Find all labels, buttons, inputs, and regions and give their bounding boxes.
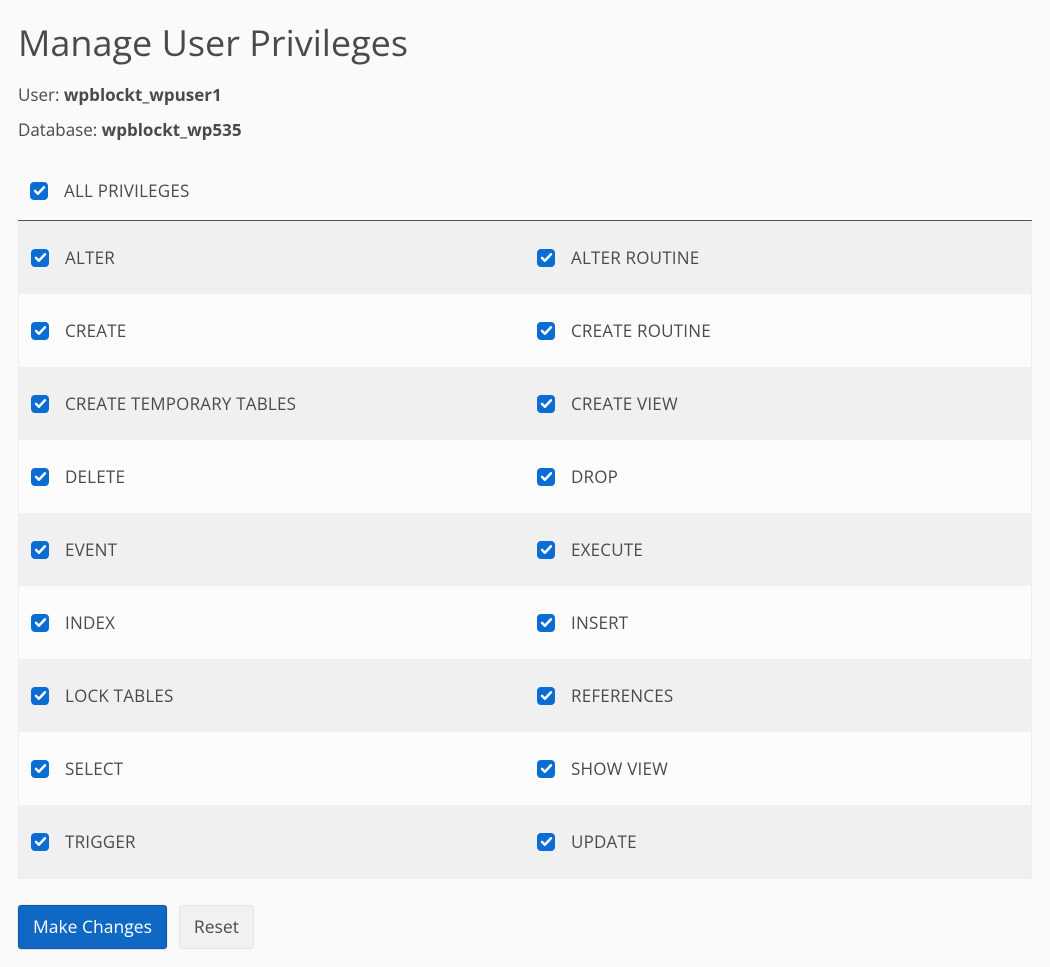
privilege-row: EVENT EXECUTE <box>19 513 1031 586</box>
privilege-label[interactable]: ALTER ROUTINE <box>571 246 699 269</box>
check-icon <box>540 470 553 483</box>
actions-bar: Make Changes Reset <box>18 905 1032 949</box>
privileges-table: ALL PRIVILEGES ALTERALTER ROUTINECREATEC… <box>18 169 1032 879</box>
privilege-checkbox[interactable] <box>537 833 555 851</box>
privilege-cell: ALTER ROUTINE <box>525 221 1031 294</box>
check-icon <box>34 835 47 848</box>
privilege-row: ALTER ALTER ROUTINE <box>19 221 1031 294</box>
privilege-checkbox[interactable] <box>31 322 49 340</box>
all-privileges-row: ALL PRIVILEGES <box>18 169 1032 221</box>
user-value: wpblockt_wpuser1 <box>64 83 222 106</box>
check-icon <box>540 762 553 775</box>
privilege-cell: REFERENCES <box>525 659 1031 732</box>
privilege-checkbox[interactable] <box>537 614 555 632</box>
privilege-checkbox[interactable] <box>31 833 49 851</box>
privilege-label[interactable]: SELECT <box>65 757 123 780</box>
check-icon <box>540 835 553 848</box>
privilege-label[interactable]: LOCK TABLES <box>65 684 174 707</box>
privilege-cell: INSERT <box>525 586 1031 659</box>
privilege-cell: EXECUTE <box>525 513 1031 586</box>
user-line: User: wpblockt_wpuser1 <box>18 83 1032 106</box>
privilege-cell: CREATE TEMPORARY TABLES <box>19 367 525 440</box>
privilege-label[interactable]: INSERT <box>571 611 628 634</box>
check-icon <box>34 543 47 556</box>
privilege-row: DELETE DROP <box>19 440 1031 513</box>
privilege-cell: CREATE ROUTINE <box>525 294 1031 367</box>
privilege-checkbox[interactable] <box>537 322 555 340</box>
privilege-cell: ALTER <box>19 221 525 294</box>
privilege-cell: DELETE <box>19 440 525 513</box>
database-value: wpblockt_wp535 <box>102 118 242 141</box>
check-icon <box>34 616 47 629</box>
check-icon <box>34 251 47 264</box>
privilege-checkbox[interactable] <box>31 541 49 559</box>
privilege-label[interactable]: REFERENCES <box>571 684 673 707</box>
check-icon <box>34 324 47 337</box>
privilege-label[interactable]: INDEX <box>65 611 115 634</box>
privilege-cell: CREATE <box>19 294 525 367</box>
privilege-checkbox[interactable] <box>31 687 49 705</box>
privilege-label[interactable]: CREATE VIEW <box>571 392 678 415</box>
privilege-checkbox[interactable] <box>537 468 555 486</box>
check-icon <box>540 543 553 556</box>
reset-button[interactable]: Reset <box>179 905 254 949</box>
check-icon <box>34 470 47 483</box>
privilege-cell: DROP <box>525 440 1031 513</box>
privilege-label[interactable]: CREATE TEMPORARY TABLES <box>65 392 296 415</box>
check-icon <box>540 397 553 410</box>
check-icon <box>34 397 47 410</box>
privilege-checkbox[interactable] <box>31 468 49 486</box>
privilege-checkbox[interactable] <box>537 687 555 705</box>
privilege-cell: UPDATE <box>525 805 1031 878</box>
privilege-row: INDEX INSERT <box>19 586 1031 659</box>
check-icon <box>540 616 553 629</box>
check-icon <box>540 689 553 702</box>
privilege-cell: CREATE VIEW <box>525 367 1031 440</box>
privilege-cell: SELECT <box>19 732 525 805</box>
user-label: User: <box>18 83 64 106</box>
privilege-cell: TRIGGER <box>19 805 525 878</box>
privilege-label[interactable]: TRIGGER <box>65 830 136 853</box>
privilege-row: TRIGGER UPDATE <box>19 805 1031 878</box>
privilege-checkbox[interactable] <box>537 541 555 559</box>
privilege-checkbox[interactable] <box>537 249 555 267</box>
privilege-row: LOCK TABLES REFERENCES <box>19 659 1031 732</box>
page-title: Manage User Privileges <box>18 18 1032 67</box>
privilege-checkbox[interactable] <box>537 760 555 778</box>
privilege-label[interactable]: EVENT <box>65 538 117 561</box>
check-icon <box>540 324 553 337</box>
privilege-checkbox[interactable] <box>31 249 49 267</box>
privilege-checkbox[interactable] <box>31 614 49 632</box>
privilege-row: SELECT SHOW VIEW <box>19 732 1031 805</box>
check-icon <box>33 184 46 197</box>
privilege-label[interactable]: SHOW VIEW <box>571 757 668 780</box>
privilege-label[interactable]: ALTER <box>65 246 115 269</box>
privilege-label[interactable]: DELETE <box>65 465 125 488</box>
privilege-checkbox[interactable] <box>31 395 49 413</box>
all-privileges-label[interactable]: ALL PRIVILEGES <box>64 179 190 202</box>
privilege-row: CREATE CREATE ROUTINE <box>19 294 1031 367</box>
privilege-cell: SHOW VIEW <box>525 732 1031 805</box>
privilege-checkbox[interactable] <box>31 760 49 778</box>
all-privileges-checkbox[interactable] <box>30 182 48 200</box>
database-line: Database: wpblockt_wp535 <box>18 118 1032 141</box>
privilege-cell: LOCK TABLES <box>19 659 525 732</box>
check-icon <box>540 251 553 264</box>
privilege-label[interactable]: DROP <box>571 465 618 488</box>
make-changes-button[interactable]: Make Changes <box>18 905 167 949</box>
database-label: Database: <box>18 118 102 141</box>
privileges-body: ALTERALTER ROUTINECREATECREATE ROUTINECR… <box>18 221 1032 879</box>
privilege-label[interactable]: CREATE ROUTINE <box>571 319 711 342</box>
privilege-label[interactable]: CREATE <box>65 319 126 342</box>
check-icon <box>34 762 47 775</box>
privilege-cell: EVENT <box>19 513 525 586</box>
privilege-label[interactable]: EXECUTE <box>571 538 643 561</box>
privilege-label[interactable]: UPDATE <box>571 830 637 853</box>
check-icon <box>34 689 47 702</box>
privilege-cell: INDEX <box>19 586 525 659</box>
privilege-checkbox[interactable] <box>537 395 555 413</box>
privilege-row: CREATE TEMPORARY TABLES CREATE VIEW <box>19 367 1031 440</box>
